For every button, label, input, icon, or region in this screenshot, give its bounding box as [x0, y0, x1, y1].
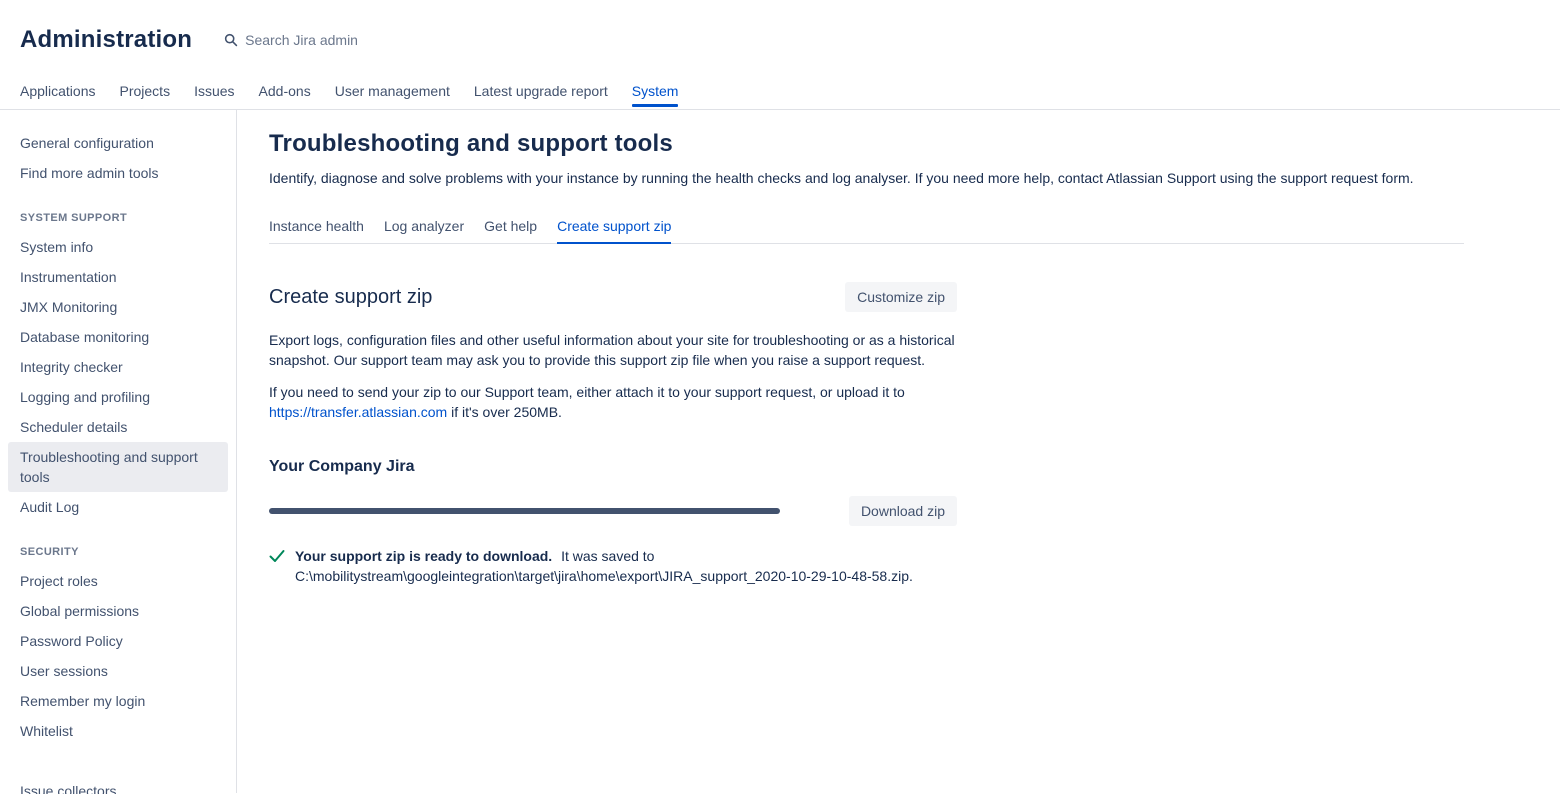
- download-zip-button[interactable]: Download zip: [849, 496, 957, 526]
- zip-status-row: Your support zip is ready to download. I…: [269, 546, 957, 586]
- nav-item-system[interactable]: System: [632, 75, 679, 109]
- jira-admin-window: Administration Applications Projects Iss…: [0, 0, 1560, 794]
- sidebar-item-general-configuration[interactable]: General configuration: [8, 128, 228, 158]
- sidebar-item-find-more-admin-tools[interactable]: Find more admin tools: [8, 158, 228, 188]
- admin-top-nav: Applications Projects Issues Add-ons Use…: [0, 72, 1560, 110]
- success-check-icon: [269, 548, 285, 567]
- sidebar-item-project-roles[interactable]: Project roles: [8, 566, 228, 596]
- search-input[interactable]: [245, 32, 465, 48]
- create-support-zip-title: Create support zip: [269, 286, 432, 309]
- sidebar-item-logging-and-profiling[interactable]: Logging and profiling: [8, 382, 228, 412]
- company-jira-title: Your Company Jira: [269, 458, 957, 476]
- zip-progress-bar: [269, 508, 780, 514]
- nav-item-latest-upgrade-report[interactable]: Latest upgrade report: [474, 75, 608, 109]
- export-description-paragraph: Export logs, configuration files and oth…: [269, 330, 957, 370]
- sidebar-item-audit-log[interactable]: Audit Log: [8, 492, 228, 522]
- sidebar-section-security: Security: [8, 546, 228, 558]
- sidebar-item-troubleshooting-and-support-tools[interactable]: Troubleshooting and support tools: [8, 442, 228, 492]
- customize-zip-button[interactable]: Customize zip: [845, 282, 957, 312]
- admin-sidebar: General configuration Find more admin to…: [0, 110, 237, 793]
- nav-item-projects[interactable]: Projects: [120, 75, 171, 109]
- upload-instructions-paragraph: If you need to send your zip to our Supp…: [269, 382, 957, 422]
- sidebar-item-instrumentation[interactable]: Instrumentation: [8, 262, 228, 292]
- sidebar-item-password-policy[interactable]: Password Policy: [8, 626, 228, 656]
- sidebar-item-issue-collectors[interactable]: Issue collectors: [8, 776, 228, 794]
- sidebar-item-scheduler-details[interactable]: Scheduler details: [8, 412, 228, 442]
- sidebar-item-system-info[interactable]: System info: [8, 232, 228, 262]
- sidebar-item-remember-my-login[interactable]: Remember my login: [8, 686, 228, 716]
- sidebar-section-system-support: System support: [8, 212, 228, 224]
- sidebar-item-jmx-monitoring[interactable]: JMX Monitoring: [8, 292, 228, 322]
- sidebar-item-integrity-checker[interactable]: Integrity checker: [8, 352, 228, 382]
- sidebar-item-whitelist[interactable]: Whitelist: [8, 716, 228, 746]
- upload-instructions-before: If you need to send your zip to our Supp…: [269, 384, 905, 400]
- transfer-atlassian-link[interactable]: https://transfer.atlassian.com: [269, 404, 447, 420]
- tab-instance-health[interactable]: Instance health: [269, 214, 364, 244]
- zip-ready-status-bold: Your support zip is ready to download.: [295, 548, 552, 564]
- nav-item-issues[interactable]: Issues: [194, 75, 234, 109]
- tab-create-support-zip[interactable]: Create support zip: [557, 214, 671, 244]
- main-content: Troubleshooting and support tools Identi…: [237, 110, 1560, 793]
- create-support-zip-panel: Create support zip Customize zip Export …: [269, 282, 957, 586]
- tab-get-help[interactable]: Get help: [484, 214, 537, 244]
- troubleshooting-page-description: Identify, diagnose and solve problems wi…: [269, 168, 1464, 188]
- search-icon: [224, 33, 238, 47]
- tab-log-analyzer[interactable]: Log analyzer: [384, 214, 464, 244]
- zip-progress-row: Download zip: [269, 496, 957, 526]
- upload-instructions-after: if it's over 250MB.: [451, 404, 562, 420]
- zip-ready-status: Your support zip is ready to download. I…: [295, 546, 935, 586]
- troubleshooting-page-title: Troubleshooting and support tools: [269, 130, 1464, 158]
- admin-header: Administration: [0, 0, 1560, 72]
- nav-item-applications[interactable]: Applications: [20, 75, 96, 109]
- sidebar-item-database-monitoring[interactable]: Database monitoring: [8, 322, 228, 352]
- troubleshooting-tabs: Instance health Log analyzer Get help Cr…: [269, 214, 1464, 244]
- nav-item-add-ons[interactable]: Add-ons: [259, 75, 311, 109]
- sidebar-item-user-sessions[interactable]: User sessions: [8, 656, 228, 686]
- admin-search[interactable]: [224, 32, 465, 48]
- nav-item-user-management[interactable]: User management: [335, 75, 450, 109]
- page-title: Administration: [20, 26, 192, 54]
- sidebar-item-global-permissions[interactable]: Global permissions: [8, 596, 228, 626]
